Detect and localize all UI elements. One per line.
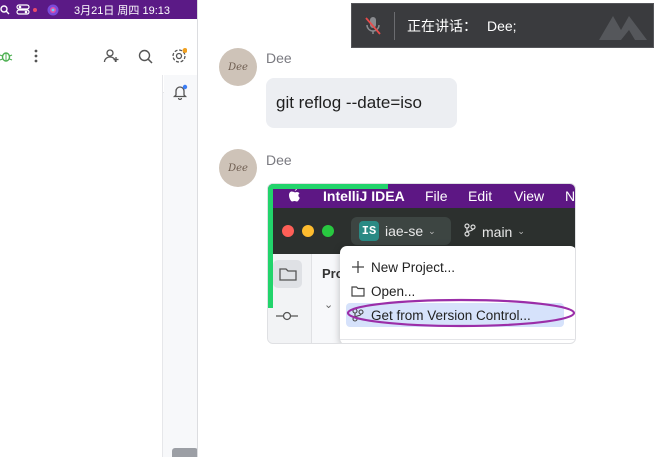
speaker-name: Dee; <box>487 17 517 34</box>
annotation-green-bar <box>268 184 273 308</box>
notifications-bell-icon[interactable] <box>171 83 189 101</box>
annotation-green-bar <box>268 184 388 189</box>
message-sender: Dee <box>266 152 292 168</box>
commit-icon <box>276 308 298 326</box>
zoom-dot-icon <box>322 225 334 237</box>
speaking-label: 正在讲话： <box>407 17 477 34</box>
avatar-text: Dee <box>228 162 248 174</box>
screenshot-project-panel: Pro ⌄ <box>312 254 344 343</box>
settings-gear-icon[interactable] <box>170 47 188 65</box>
system-menubar: 3月21日 周四 19:13 <box>0 0 197 19</box>
divider <box>394 11 395 40</box>
message-text: git reflog --date=iso <box>276 93 422 112</box>
avatar-text: Dee <box>228 61 248 73</box>
siri-icon[interactable] <box>47 4 59 16</box>
close-dot-icon <box>282 225 294 237</box>
menubar-datetime[interactable]: 3月21日 周四 19:13 <box>74 2 170 18</box>
plus-icon <box>350 261 366 273</box>
search-icon[interactable] <box>0 4 10 15</box>
dot-indicator-icon <box>33 7 37 12</box>
annotation-circle <box>346 298 575 328</box>
dropdown-item-new-project: New Project... <box>350 256 455 278</box>
add-user-icon[interactable] <box>102 47 120 65</box>
message-bubble[interactable]: git reflog --date=iso <box>266 78 457 128</box>
chevron-down-icon: ⌄ <box>517 226 525 236</box>
screenshot-menu-file: File <box>425 188 448 204</box>
ide-right-toolstrip <box>164 75 197 457</box>
screenshot-menu-view: View <box>514 188 545 204</box>
message-image[interactable]: IntelliJ IDEA File Edit View N IS iae-se… <box>267 183 576 344</box>
ide-editor-area <box>0 75 163 457</box>
more-vertical-icon[interactable] <box>27 47 45 65</box>
screenshot-tool-sidebar <box>268 254 312 343</box>
folder-icon <box>350 285 366 297</box>
project-dropdown-menu: New Project... Open... Get from Version … <box>340 246 575 343</box>
chevron-down-icon: ⌄ <box>428 225 436 236</box>
debug-icon[interactable] <box>0 47 15 65</box>
scrollbar-thumb[interactable] <box>172 448 197 457</box>
apple-logo-icon <box>288 188 301 206</box>
dropdown-item-label: New Project... <box>371 259 456 275</box>
minimize-dot-icon <box>302 225 314 237</box>
mic-muted-icon[interactable] <box>352 4 394 47</box>
avatar[interactable]: Dee <box>219 149 257 187</box>
message-sender: Dee <box>266 50 292 66</box>
folder-icon <box>273 260 302 288</box>
screenshot-menu-next: N <box>565 188 576 204</box>
speaking-indicator: 正在讲话： Dee; <box>351 3 654 48</box>
control-center-icon[interactable] <box>16 4 30 15</box>
project-name: iae-se <box>385 223 424 239</box>
screenshot-menu-app: IntelliJ IDEA <box>323 188 405 204</box>
branch-name: main <box>482 223 513 240</box>
avatar[interactable]: Dee <box>219 48 257 86</box>
ide-window-left: 3月21日 周四 19:13 <box>0 0 198 457</box>
git-branch-icon <box>464 223 476 240</box>
app-logo-icon <box>599 16 647 40</box>
project-badge: IS <box>359 221 379 241</box>
screenshot-menu-edit: Edit <box>468 188 493 204</box>
branch-selector: main ⌄ <box>464 223 525 240</box>
project-selector: IS iae-se ⌄ <box>351 217 451 245</box>
search-icon[interactable] <box>136 47 154 65</box>
dropdown-separator <box>340 339 575 340</box>
chevron-down-icon: ⌄ <box>324 299 334 311</box>
